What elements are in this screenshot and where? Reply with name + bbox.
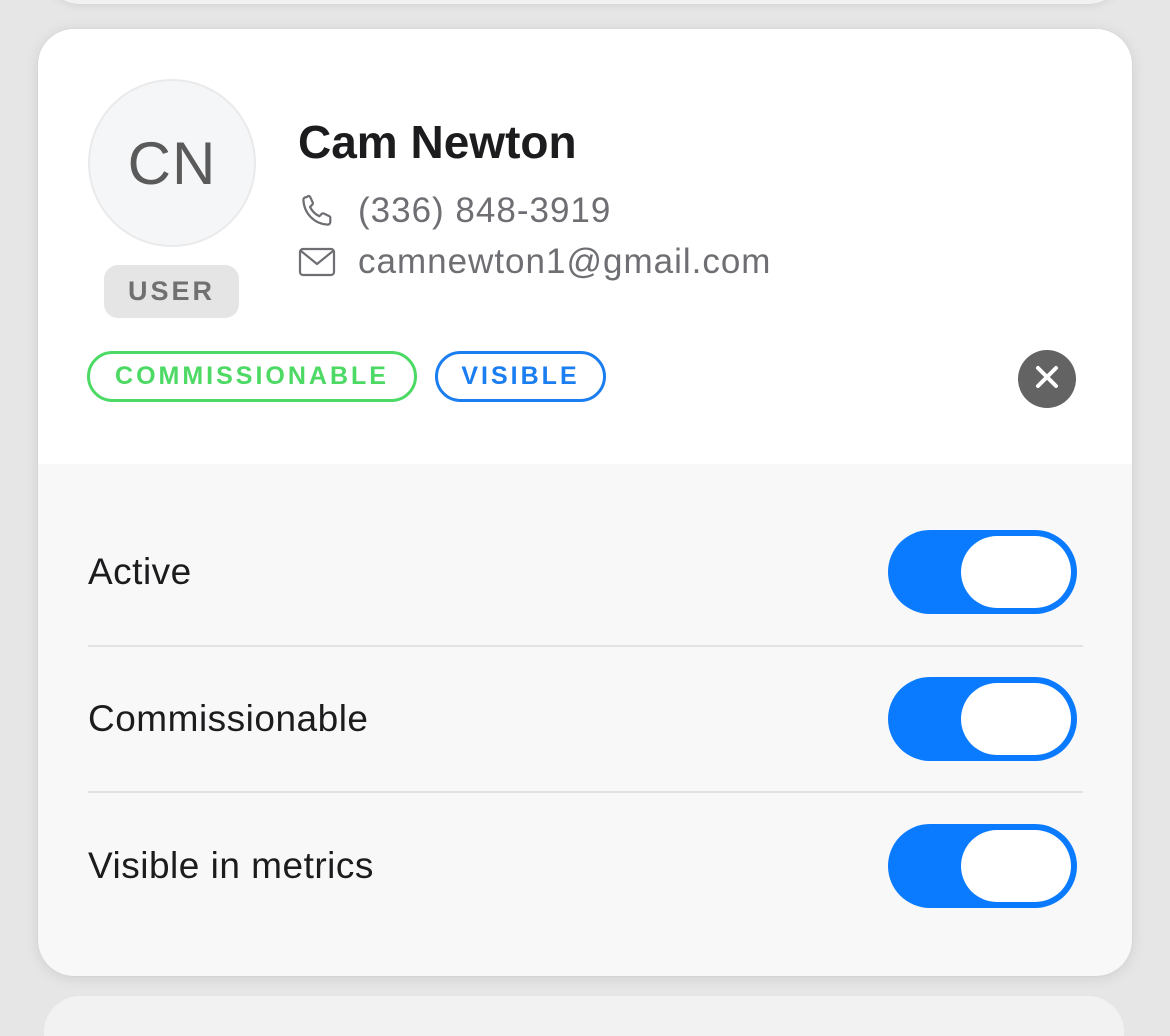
email-address: camnewton1@gmail.com (358, 242, 772, 281)
setting-label-commissionable: Commissionable (88, 698, 369, 739)
setting-row-visible-in-metrics: Visible in metrics (88, 793, 1083, 939)
toggle-knob (961, 536, 1071, 608)
commissionable-toggle[interactable] (888, 677, 1077, 761)
toggle-knob (961, 683, 1071, 755)
setting-label-visible-in-metrics: Visible in metrics (88, 845, 374, 886)
email-row[interactable]: camnewton1@gmail.com (298, 242, 771, 282)
envelope-icon (298, 242, 338, 282)
next-card (44, 996, 1124, 1036)
tag-commissionable: COMMISSIONABLE (87, 351, 417, 402)
phone-number: (336) 848-3919 (358, 191, 612, 230)
setting-row-active: Active (88, 499, 1083, 645)
avatar-initials: CN (127, 129, 217, 197)
role-badge: USER (104, 265, 239, 318)
close-icon (1034, 364, 1060, 395)
setting-row-commissionable: Commissionable (88, 646, 1083, 792)
active-toggle[interactable] (888, 530, 1077, 614)
contact-header: CN USER Cam Newton (336) 848-3919 camnew… (38, 29, 1132, 464)
visible-in-metrics-toggle[interactable] (888, 824, 1077, 908)
phone-row[interactable]: (336) 848-3919 (298, 191, 611, 231)
contact-card: CN USER Cam Newton (336) 848-3919 camnew… (38, 29, 1132, 976)
previous-card (44, 0, 1124, 4)
avatar: CN (88, 79, 256, 247)
contact-name: Cam Newton (298, 116, 577, 168)
setting-label-active: Active (88, 551, 192, 592)
tag-visible: VISIBLE (435, 351, 606, 402)
phone-icon (298, 191, 338, 231)
toggle-knob (961, 830, 1071, 902)
close-button[interactable] (1018, 350, 1076, 408)
